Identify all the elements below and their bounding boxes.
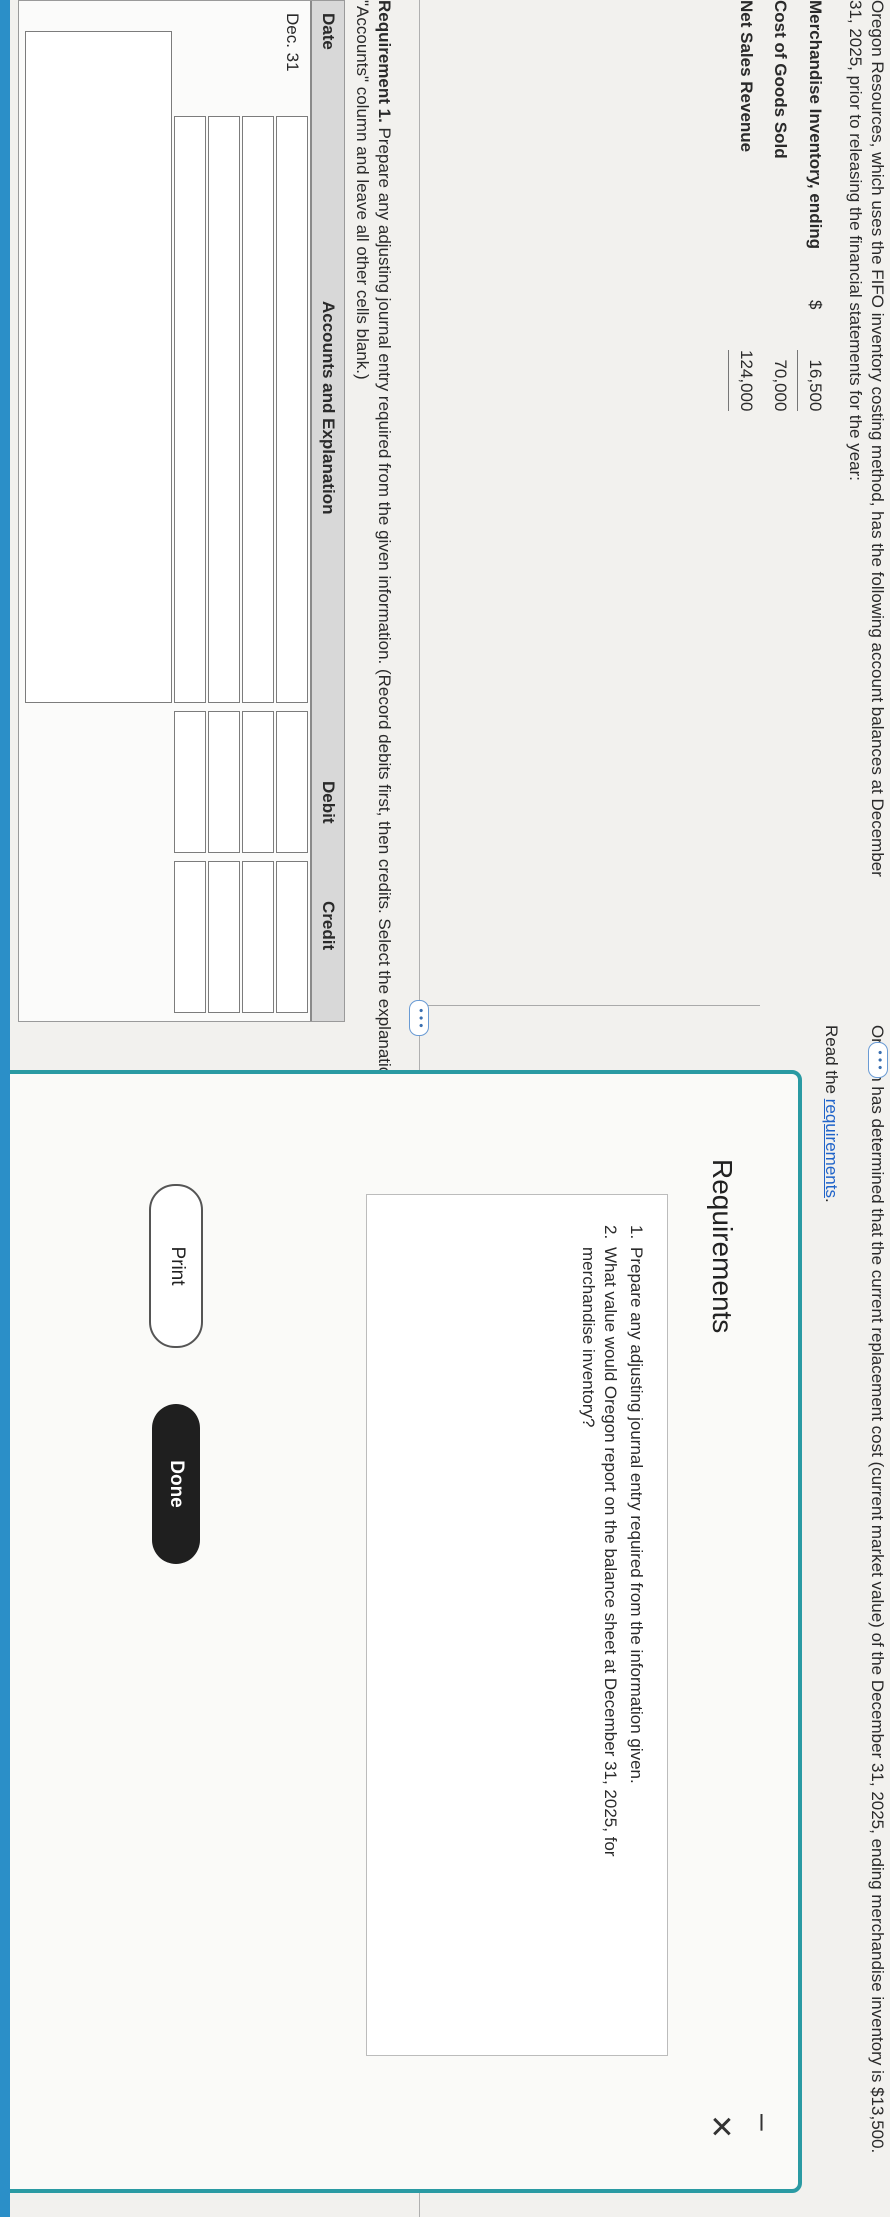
accent-bar <box>0 0 10 2217</box>
balance-currency: $ <box>805 300 825 310</box>
print-button[interactable]: Print <box>149 1184 203 1348</box>
account-cell-3[interactable] <box>208 116 240 703</box>
requirement-text: What value would Oregon report on the ba… <box>579 1247 620 1857</box>
balance-row: Cost of Goods Sold 70,000 <box>763 0 798 411</box>
account-cell-4[interactable] <box>174 116 206 703</box>
expand-button[interactable]: • • • <box>409 1000 429 1036</box>
account-cell-1[interactable] <box>276 116 308 703</box>
close-button[interactable]: ✕ <box>703 2114 738 2139</box>
problem-intro: Oregon Resources, which uses the FIFO in… <box>846 0 887 877</box>
balance-currency <box>763 300 798 350</box>
explanation-cell[interactable] <box>25 31 172 703</box>
balance-name: Merchandise Inventory, ending <box>805 0 825 250</box>
accounts-header: Accounts and Explanation <box>319 301 338 515</box>
balance-name: Net Sales Revenue <box>736 0 756 153</box>
debit-cell-3[interactable] <box>208 711 240 853</box>
credit-cell-3[interactable] <box>208 861 240 1013</box>
balance-name: Cost of Goods Sold <box>771 0 791 159</box>
requirement-text: Prepare any adjusting journal entry requ… <box>627 1247 646 1784</box>
panel-divider <box>420 1005 760 1006</box>
date-cell: Dec. 31 <box>283 13 302 72</box>
credit-cell-1[interactable] <box>276 861 308 1013</box>
requirements-link[interactable]: requirements <box>822 1099 841 1198</box>
requirement-number: 1. <box>627 1225 646 1240</box>
replacement-cost-sentence: Oregon has determined that the current r… <box>868 1025 887 2154</box>
debit-cell-4[interactable] <box>174 711 206 853</box>
credit-header: Credit <box>319 901 338 951</box>
read-suffix: . <box>822 1197 841 1203</box>
date-header: Date <box>319 13 338 50</box>
requirement-number: 2. <box>601 1225 620 1240</box>
balance-row: Merchandise Inventory, ending $ 16,500 <box>797 0 832 412</box>
replacement-cost-text: Oregon has determined that the current r… <box>820 1025 888 2195</box>
modal-title: Requirements <box>707 1159 738 1334</box>
requirements-list: 1. Prepare any adjusting journal entry r… <box>366 1194 668 2056</box>
balance-currency <box>729 300 764 350</box>
done-button[interactable]: Done <box>152 1404 200 1564</box>
requirements-modal: – ✕ Requirements ⇱ 1. Prepare any adjust… <box>0 1070 802 2193</box>
account-cell-2[interactable] <box>242 116 274 703</box>
page: Oregon Resources, which uses the FIFO in… <box>0 0 890 2217</box>
debit-header: Debit <box>319 781 338 824</box>
minimize-button[interactable]: – <box>746 2114 780 2131</box>
read-prefix: Read the <box>822 1025 841 1099</box>
read-requirements-line: Read the requirements. <box>820 1025 842 2195</box>
journal-entry-table: Date Accounts and Explanation Debit Cred… <box>18 0 345 1022</box>
balance-amount: 124,000 <box>728 350 763 412</box>
balance-amount: 16,500 <box>797 350 832 412</box>
debit-cell-1[interactable] <box>276 711 308 853</box>
balance-amount: 70,000 <box>771 359 790 412</box>
requirement-1-label: Requirement 1. <box>375 0 394 123</box>
credit-cell-2[interactable] <box>242 861 274 1013</box>
credit-cell-4[interactable] <box>174 861 206 1013</box>
balance-row: Net Sales Revenue 124,000 <box>728 0 764 412</box>
journal-header: Date Accounts and Explanation Debit Cred… <box>310 1 344 1021</box>
debit-cell-2[interactable] <box>242 711 274 853</box>
more-options-button[interactable]: • • • <box>868 1042 888 1078</box>
account-balances-table: Merchandise Inventory, ending $ 16,500 C… <box>728 0 832 412</box>
